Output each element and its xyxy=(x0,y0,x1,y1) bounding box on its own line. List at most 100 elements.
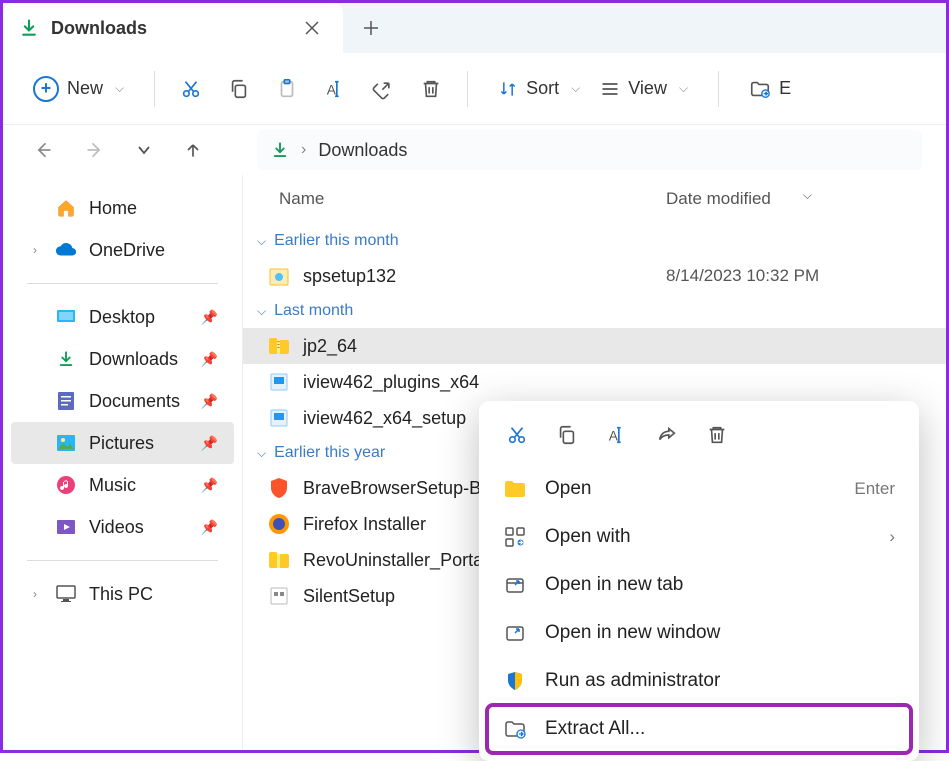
chevron-down-icon: ⌵ xyxy=(257,304,266,319)
download-arrow-icon xyxy=(55,348,77,370)
group-header[interactable]: ⌵ Earlier this month xyxy=(243,224,946,258)
sidebar-item-desktop[interactable]: Desktop 📌 xyxy=(11,296,234,338)
view-icon xyxy=(600,79,620,99)
svg-text:A: A xyxy=(327,82,337,97)
toolbar-separator xyxy=(154,71,155,107)
sidebar-item-thispc[interactable]: › This PC xyxy=(11,573,234,615)
sidebar-pictures-label: Pictures xyxy=(89,433,154,454)
music-icon xyxy=(55,474,77,496)
context-menu-open-label: Open xyxy=(545,478,591,500)
pin-icon[interactable]: 📌 xyxy=(201,393,218,410)
address-bar[interactable]: › Downloads xyxy=(257,130,922,170)
sidebar-item-home[interactable]: Home xyxy=(11,187,234,229)
share-button[interactable] xyxy=(651,419,683,451)
zip-folder-icon xyxy=(267,548,291,572)
chevron-down-icon: ⌵ xyxy=(115,81,124,96)
rename-button[interactable]: A xyxy=(323,77,347,101)
sidebar-videos-label: Videos xyxy=(89,517,144,538)
sidebar-item-downloads[interactable]: Downloads 📌 xyxy=(11,338,234,380)
context-menu-open-new-window[interactable]: Open in new window xyxy=(487,609,911,657)
toolbar-separator xyxy=(467,71,468,107)
rename-button[interactable]: A xyxy=(601,419,633,451)
pin-icon[interactable]: 📌 xyxy=(201,477,218,494)
sidebar-music-label: Music xyxy=(89,475,136,496)
sidebar-item-onedrive[interactable]: › OneDrive xyxy=(11,229,234,271)
file-row[interactable]: jp2_64 xyxy=(243,328,946,364)
copy-button[interactable] xyxy=(551,419,583,451)
sort-button[interactable]: Sort ⌵ xyxy=(492,70,586,107)
folder-icon xyxy=(503,477,527,501)
new-button[interactable]: + New ⌵ xyxy=(27,68,130,110)
sidebar-onedrive-label: OneDrive xyxy=(89,240,165,261)
download-arrow-icon xyxy=(271,141,289,159)
back-button[interactable] xyxy=(27,134,59,166)
pin-icon[interactable]: 📌 xyxy=(201,351,218,368)
new-tab-button[interactable] xyxy=(343,20,399,36)
context-menu: A Open Enter Open with › Open in new tab… xyxy=(479,401,919,761)
chevron-down-icon: ⌵ xyxy=(257,446,266,461)
toolbar: + New ⌵ A Sort ⌵ View xyxy=(3,53,946,125)
delete-button[interactable] xyxy=(701,419,733,451)
tab-downloads[interactable]: Downloads xyxy=(3,3,343,53)
breadcrumb-separator: › xyxy=(301,141,306,159)
open-with-icon xyxy=(503,525,527,549)
context-menu-open-with[interactable]: Open with › xyxy=(487,513,911,561)
file-name: iview462_plugins_x64 xyxy=(303,372,479,393)
installer-icon xyxy=(267,406,291,430)
pin-icon[interactable]: 📌 xyxy=(201,435,218,452)
chevron-down-icon: ⌵ xyxy=(679,81,688,96)
sidebar-thispc-label: This PC xyxy=(89,584,153,605)
svg-text:A: A xyxy=(609,429,619,444)
pin-icon[interactable]: 📌 xyxy=(201,519,218,536)
home-icon xyxy=(55,197,77,219)
chevron-right-icon[interactable]: › xyxy=(27,243,43,257)
toolbar-separator xyxy=(718,71,719,107)
context-menu-extract-all[interactable]: Extract All... xyxy=(487,705,911,753)
cut-button[interactable] xyxy=(501,419,533,451)
onedrive-icon xyxy=(55,239,77,261)
group-label: Earlier this year xyxy=(274,444,385,462)
share-button[interactable] xyxy=(371,77,395,101)
chevron-right-icon[interactable]: › xyxy=(27,587,43,601)
view-button[interactable]: View ⌵ xyxy=(594,70,694,107)
context-menu-run-admin[interactable]: Run as administrator xyxy=(487,657,911,705)
sidebar-item-videos[interactable]: Videos 📌 xyxy=(11,506,234,548)
extract-all-toolbar-button[interactable]: E xyxy=(743,70,797,108)
shield-icon xyxy=(503,669,527,693)
group-header[interactable]: ⌵ Last month xyxy=(243,294,946,328)
column-date-modified[interactable]: Date modified ⌵ xyxy=(666,189,946,209)
context-menu-open[interactable]: Open Enter xyxy=(487,465,911,513)
copy-button[interactable] xyxy=(227,77,251,101)
file-name: spsetup132 xyxy=(303,266,396,287)
paste-button[interactable] xyxy=(275,77,299,101)
column-name[interactable]: Name xyxy=(279,189,666,209)
nav-bar: › Downloads xyxy=(3,125,946,175)
recent-dropdown-button[interactable] xyxy=(131,137,157,163)
file-row[interactable]: spsetup132 8/14/2023 10:32 PM xyxy=(243,258,946,294)
chevron-right-icon: › xyxy=(889,527,895,547)
sidebar-home-label: Home xyxy=(89,198,137,219)
download-arrow-icon xyxy=(19,18,39,38)
extract-label: E xyxy=(779,78,791,99)
context-menu-run-admin-label: Run as administrator xyxy=(545,670,720,692)
extract-icon xyxy=(503,717,527,741)
delete-button[interactable] xyxy=(419,77,443,101)
new-tab-icon xyxy=(503,573,527,597)
new-label: New xyxy=(67,78,103,99)
up-button[interactable] xyxy=(177,134,209,166)
forward-button[interactable] xyxy=(79,134,111,166)
view-label: View xyxy=(628,78,667,99)
file-row[interactable]: iview462_plugins_x64 xyxy=(243,364,946,400)
breadcrumb-current[interactable]: Downloads xyxy=(318,140,407,161)
sidebar-item-music[interactable]: Music 📌 xyxy=(11,464,234,506)
pin-icon[interactable]: 📌 xyxy=(201,309,218,326)
cut-button[interactable] xyxy=(179,77,203,101)
sidebar-item-pictures[interactable]: Pictures 📌 xyxy=(11,422,234,464)
context-menu-open-new-window-label: Open in new window xyxy=(545,622,720,644)
context-menu-open-new-tab[interactable]: Open in new tab xyxy=(487,561,911,609)
file-name: SilentSetup xyxy=(303,586,395,607)
sidebar-item-documents[interactable]: Documents 📌 xyxy=(11,380,234,422)
group-label: Earlier this month xyxy=(274,232,399,250)
tab-close-button[interactable] xyxy=(297,17,327,39)
pictures-icon xyxy=(55,432,77,454)
